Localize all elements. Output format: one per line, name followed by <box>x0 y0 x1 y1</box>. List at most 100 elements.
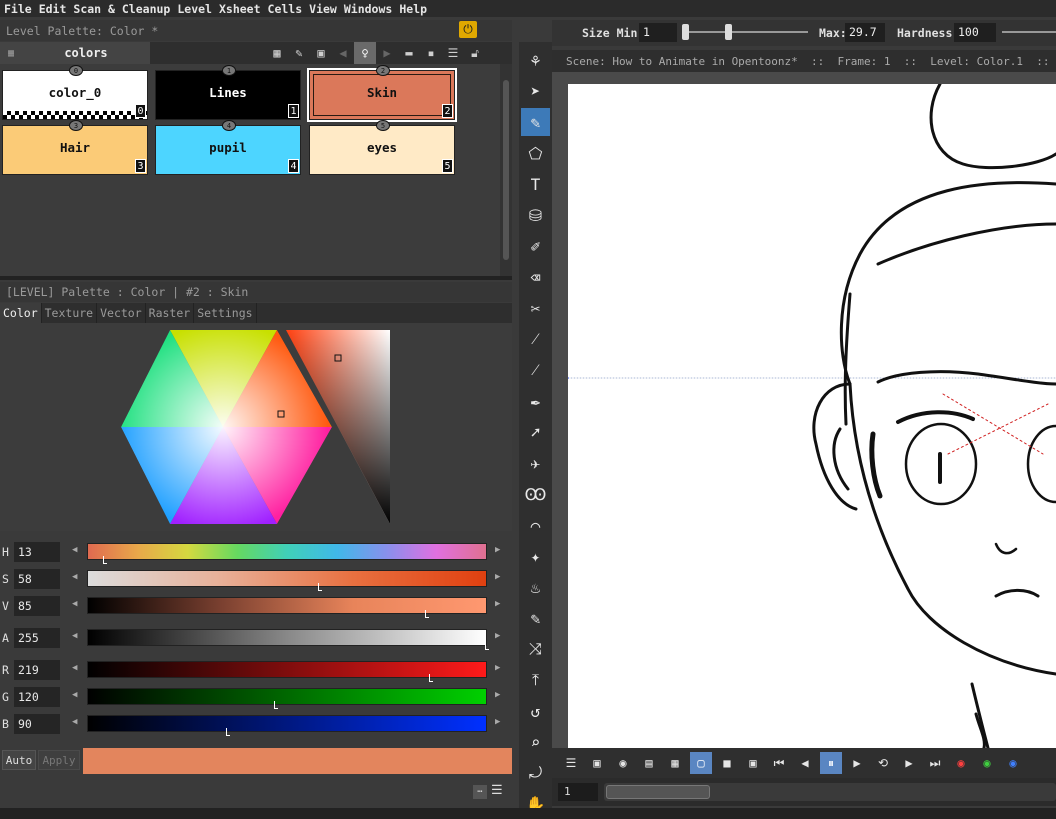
saturation-thumb[interactable] <box>318 583 322 591</box>
rgb-picker-tool-icon[interactable]: ⁄ <box>521 356 550 384</box>
tape-tool-icon[interactable]: ✂ <box>521 294 550 322</box>
green-field[interactable]: 120 <box>14 687 60 707</box>
value-field[interactable]: 85 <box>14 596 60 616</box>
auto-apply-toggle[interactable]: Auto <box>2 750 36 770</box>
palette-scrollbar[interactable] <box>500 64 512 276</box>
size-min-thumb[interactable] <box>682 24 689 40</box>
camera-icon[interactable]: ◉ <box>612 752 634 774</box>
frame-field[interactable]: 1 <box>558 783 598 801</box>
skeleton-tool-icon[interactable]: ✎ <box>521 604 550 632</box>
power-icon[interactable]: ⏻ <box>459 21 477 38</box>
edit-palette-icon[interactable]: ✎ <box>288 42 310 64</box>
selection-tool-icon[interactable]: ➤ <box>521 77 550 105</box>
red-track[interactable] <box>87 661 487 678</box>
style-chip[interactable]: 5 eyes 5 <box>309 120 455 175</box>
prev-icon[interactable]: ◀ <box>332 42 354 64</box>
brush-tool-icon[interactable]: ✎ <box>521 108 550 136</box>
style-picker-tool-icon[interactable]: ⁄ <box>521 325 550 353</box>
green-track[interactable] <box>87 688 487 705</box>
fill-tool-icon[interactable]: ⛁ <box>521 201 550 229</box>
save-icon[interactable]: ▣ <box>586 752 608 774</box>
control-point-editor-icon[interactable]: ✒ <box>521 387 550 415</box>
increment-arrow-icon[interactable]: ▶ <box>495 545 500 555</box>
blue-channel-icon[interactable]: ◉ <box>1002 752 1024 774</box>
hue-thumb[interactable] <box>103 556 107 564</box>
hue-field[interactable]: 13 <box>14 542 60 562</box>
paint-brush-tool-icon[interactable]: ✐ <box>521 232 550 260</box>
drawing-canvas[interactable] <box>568 84 1056 748</box>
decrement-arrow-icon[interactable]: ◀ <box>72 572 77 582</box>
apply-button[interactable]: Apply <box>38 750 80 770</box>
size-slider-track[interactable] <box>682 31 808 33</box>
geometric-tool-icon[interactable]: ⬠ <box>521 139 550 167</box>
play-icon[interactable]: ▶ <box>846 752 868 774</box>
key-icon[interactable]: ♀ <box>354 42 376 64</box>
red-channel-icon[interactable]: ◉ <box>950 752 972 774</box>
increment-arrow-icon[interactable]: ▶ <box>495 631 500 641</box>
style-chip[interactable]: 4 pupil 4 <box>155 120 301 175</box>
iron-tool-icon[interactable]: ✦ <box>521 542 550 570</box>
blue-field[interactable]: 90 <box>14 714 60 734</box>
green-channel-icon[interactable]: ◉ <box>976 752 998 774</box>
compare-icon[interactable]: ▤ <box>638 752 660 774</box>
eraser-tool-icon[interactable]: ⌫ <box>521 263 550 291</box>
next-frame-icon[interactable]: ▶ <box>898 752 920 774</box>
alpha-thumb[interactable] <box>485 642 489 650</box>
decrement-arrow-icon[interactable]: ◀ <box>72 663 77 673</box>
max-field[interactable]: 29.7 <box>845 23 885 42</box>
panel-divider[interactable] <box>0 276 512 280</box>
animate-tool-icon[interactable]: ⚘ <box>521 46 550 74</box>
saturation-field[interactable]: 58 <box>14 569 60 589</box>
increment-arrow-icon[interactable]: ▶ <box>495 572 500 582</box>
new-page-icon[interactable]: ▪ <box>420 42 442 64</box>
last-frame-icon[interactable]: ⏭ <box>924 752 946 774</box>
menu-file[interactable]: File <box>4 2 32 16</box>
view-mode-icon[interactable]: ▦ <box>266 42 288 64</box>
size-max-thumb[interactable] <box>725 24 732 40</box>
menu-edit[interactable]: Edit <box>39 2 67 16</box>
cutter-tool-icon[interactable]: ♨ <box>521 573 550 601</box>
red-field[interactable]: 219 <box>14 660 60 680</box>
hardness-field[interactable]: 100 <box>954 23 996 42</box>
blue-track[interactable] <box>87 715 487 732</box>
options-menu-icon[interactable]: ☰ <box>491 783 503 798</box>
menu-view[interactable]: View <box>309 2 337 16</box>
increment-arrow-icon[interactable]: ▶ <box>495 663 500 673</box>
decrement-arrow-icon[interactable]: ◀ <box>72 690 77 700</box>
magnet-tool-icon[interactable]: Ꙭ <box>521 480 550 508</box>
increment-arrow-icon[interactable]: ▶ <box>495 717 500 727</box>
pause-icon[interactable]: ⏸ <box>820 752 842 774</box>
style-chip[interactable]: 0 color_0 0 <box>2 65 148 120</box>
black-bg-icon[interactable]: ■ <box>716 752 738 774</box>
increment-arrow-icon[interactable]: ▶ <box>495 690 500 700</box>
size-min-field[interactable]: 1 <box>639 23 677 42</box>
menu-windows[interactable]: Windows <box>344 2 392 16</box>
alpha-field[interactable]: 255 <box>14 628 60 648</box>
increment-arrow-icon[interactable]: ▶ <box>495 599 500 609</box>
tab-raster[interactable]: Raster <box>146 303 195 323</box>
value-thumb[interactable] <box>425 610 429 618</box>
blue-thumb[interactable] <box>226 728 230 736</box>
menu-icon[interactable]: ☰ <box>560 752 582 774</box>
tracker-tool-icon[interactable]: ⤨ <box>521 635 550 663</box>
menu-help[interactable]: Help <box>399 2 427 16</box>
alpha-track[interactable] <box>87 629 487 646</box>
new-style-icon[interactable]: ▬ <box>398 42 420 64</box>
green-thumb[interactable] <box>274 701 278 709</box>
decrement-arrow-icon[interactable]: ◀ <box>72 545 77 555</box>
prev-frame-icon[interactable]: ◀ <box>794 752 816 774</box>
menu-level[interactable]: Level <box>177 2 212 16</box>
type-tool-icon[interactable]: T <box>521 170 550 198</box>
style-chip[interactable]: 3 Hair 3 <box>2 120 148 175</box>
tab-settings[interactable]: Settings <box>194 303 257 323</box>
decrement-arrow-icon[interactable]: ◀ <box>72 599 77 609</box>
style-chip[interactable]: 1 Lines 1 <box>155 65 301 120</box>
menu-cells[interactable]: Cells <box>268 2 303 16</box>
color-picker-svg[interactable] <box>0 323 512 531</box>
save-palette-icon[interactable]: ▣ <box>310 42 332 64</box>
red-thumb[interactable] <box>429 674 433 682</box>
zoom-tool-icon[interactable]: ⌕ <box>521 728 550 756</box>
decrement-arrow-icon[interactable]: ◀ <box>72 717 77 727</box>
palette-name-tab[interactable]: ▦ colors <box>0 42 150 64</box>
white-bg-icon[interactable]: ▢ <box>690 752 712 774</box>
